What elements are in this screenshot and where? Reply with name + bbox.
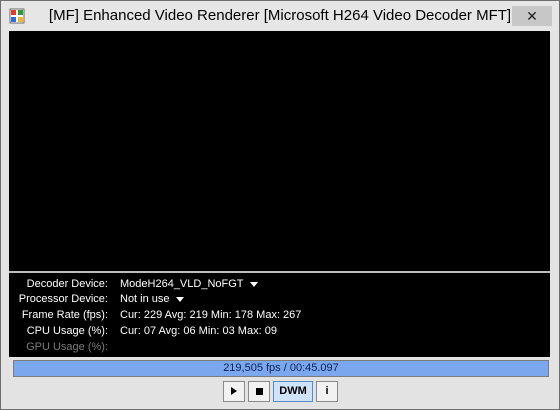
- dwm-button[interactable]: DWM: [273, 381, 313, 402]
- renderer-window: [MF] Enhanced Video Renderer [Microsoft …: [0, 0, 560, 410]
- gpu-usage-row: GPU Usage (%):: [9, 341, 550, 356]
- video-display[interactable]: [9, 31, 550, 271]
- progress-text: 219,505 fps / 00:45.097: [223, 362, 339, 374]
- chevron-down-icon: [249, 281, 258, 287]
- processor-device-dropdown[interactable]: Not in use: [120, 293, 184, 305]
- chevron-down-icon: [175, 296, 184, 302]
- decoder-device-row: Decoder Device: ModeH264_VLD_NoFGT: [9, 278, 550, 293]
- frame-rate-value: Cur: 229 Avg: 219 Min: 178 Max: 267: [120, 309, 302, 321]
- cpu-usage-label: CPU Usage (%):: [26, 325, 108, 337]
- decoder-device-value: ModeH264_VLD_NoFGT: [120, 278, 244, 290]
- decoder-device-dropdown[interactable]: ModeH264_VLD_NoFGT: [120, 278, 258, 290]
- stop-button[interactable]: [248, 381, 270, 402]
- info-panel: Decoder Device: ModeH264_VLD_NoFGT Proce…: [9, 273, 550, 357]
- playback-progress-bar[interactable]: 219,505 fps / 00:45.097: [13, 360, 549, 377]
- processor-device-value: Not in use: [120, 293, 170, 305]
- info-button[interactable]: i: [316, 381, 338, 402]
- frame-rate-label: Frame Rate (fps):: [21, 309, 108, 321]
- gpu-usage-label: GPU Usage (%):: [26, 341, 108, 353]
- processor-device-row: Processor Device: Not in use: [9, 293, 550, 308]
- play-icon: [231, 387, 237, 396]
- cpu-usage-row: CPU Usage (%): Cur: 07 Avg: 06 Min: 03 M…: [9, 325, 550, 340]
- title-bar[interactable]: [MF] Enhanced Video Renderer [Microsoft …: [1, 1, 559, 31]
- window-title: [MF] Enhanced Video Renderer [Microsoft …: [48, 7, 512, 24]
- cpu-usage-value: Cur: 07 Avg: 06 Min: 03 Max: 09: [120, 325, 277, 337]
- close-icon: ✕: [526, 8, 538, 24]
- play-button[interactable]: [223, 381, 245, 402]
- stop-icon: [255, 387, 263, 395]
- processor-device-label: Processor Device:: [18, 293, 108, 305]
- close-button[interactable]: ✕: [512, 6, 552, 26]
- frame-rate-row: Frame Rate (fps): Cur: 229 Avg: 219 Min:…: [9, 309, 550, 324]
- decoder-device-label: Decoder Device:: [26, 278, 108, 290]
- app-icon: [9, 8, 25, 24]
